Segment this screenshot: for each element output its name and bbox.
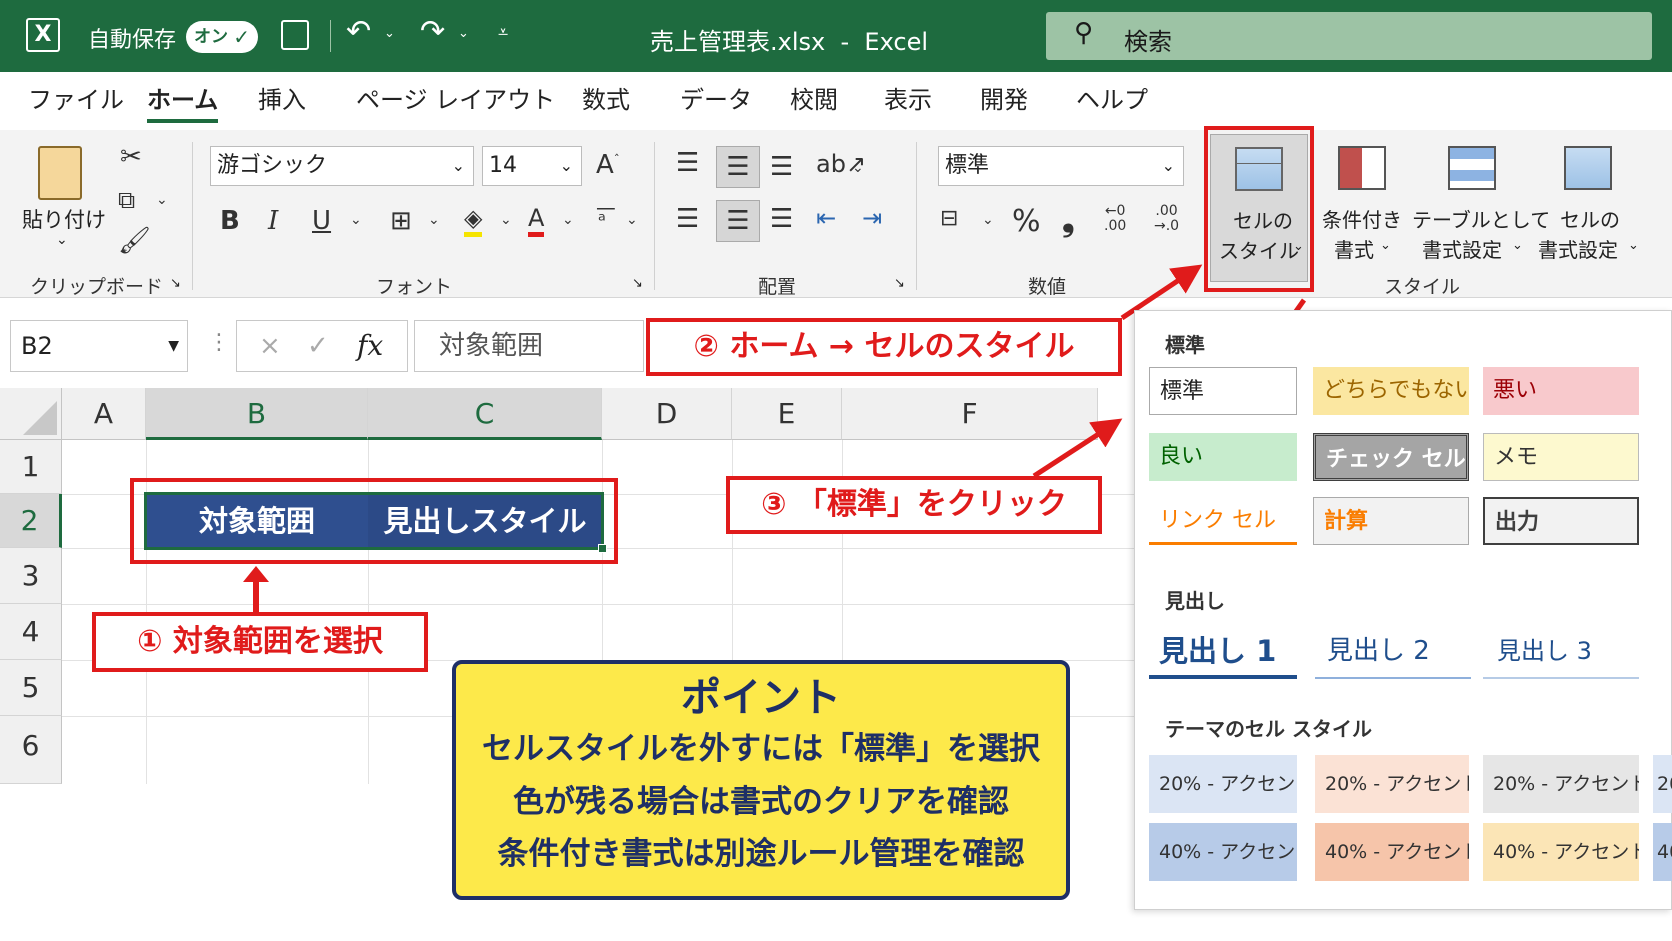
style-heading-1[interactable]: 見出し 1: [1149, 629, 1297, 679]
style-neutral[interactable]: どちらでもない: [1313, 367, 1469, 415]
style-bad[interactable]: 悪い: [1483, 367, 1639, 415]
step3-arrow: [1032, 418, 1123, 479]
style-good[interactable]: 良い: [1149, 433, 1297, 481]
style-40-accent-1[interactable]: 40% - アクセント 1: [1149, 823, 1297, 881]
point-line-1: セルスタイルを外すには「標準」を選択: [482, 731, 1040, 767]
style-calc[interactable]: 計算: [1313, 497, 1469, 545]
cell-styles-gallery: 標準 標準 どちらでもない 悪い 良い チェック セル メモ リンク セル 計算…: [1134, 310, 1672, 910]
point-line-2: 色が残る場合は書式のクリアを確認: [513, 784, 1009, 820]
point-line-3: 条件付き書式は別途ルール管理を確認: [497, 836, 1025, 872]
excel-window: X 自動保存 オン ✓ ↶ ⌄ ↷ ⌄ ⩡ 売上管理表.xlsx - Excel …: [0, 0, 1672, 941]
style-check-cell[interactable]: チェック セル: [1313, 433, 1469, 481]
style-40-accent-2[interactable]: 40% - アクセント 2: [1315, 823, 1469, 881]
style-40-accent-5[interactable]: 40: [1653, 823, 1672, 881]
style-output[interactable]: 出力: [1483, 497, 1639, 545]
style-memo[interactable]: メモ: [1483, 433, 1639, 481]
style-heading-2[interactable]: 見出し 2: [1315, 629, 1471, 679]
style-normal[interactable]: 標準: [1149, 367, 1297, 415]
section-theme-label: テーマのセル スタイル: [1165, 717, 1372, 741]
style-20-accent-4[interactable]: 20% - アクセント 4: [1483, 755, 1639, 813]
style-heading-3[interactable]: 見出し 3: [1483, 629, 1639, 679]
style-20-accent-2[interactable]: 20% - アクセント 2: [1315, 755, 1469, 813]
point-title: ポイント: [681, 675, 841, 721]
section-heading-label: 見出し: [1165, 589, 1225, 613]
style-link-cell[interactable]: リンク セル: [1149, 497, 1297, 545]
point-callout: ポイント セルスタイルを外すには「標準」を選択 色が残る場合は書式のクリアを確認…: [452, 660, 1070, 900]
section-normal-label: 標準: [1165, 333, 1205, 357]
style-40-accent-4[interactable]: 40% - アクセント 4: [1483, 823, 1639, 881]
style-20-accent-5[interactable]: 20: [1653, 755, 1672, 813]
style-20-accent-1[interactable]: 20% - アクセント 1: [1149, 755, 1297, 813]
